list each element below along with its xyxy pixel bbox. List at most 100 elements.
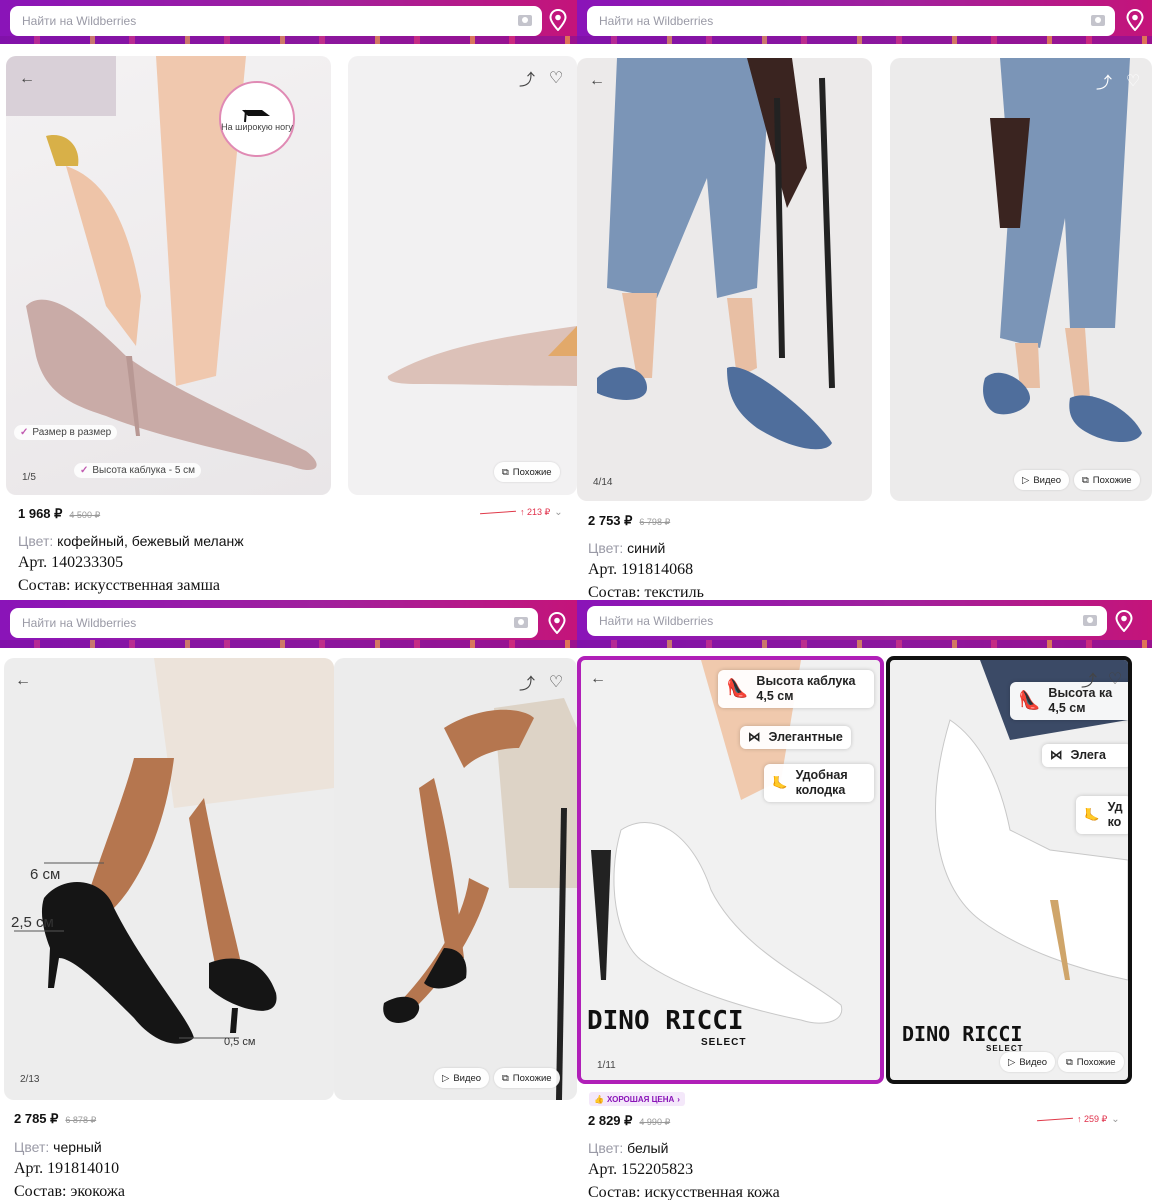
search-input[interactable]: Найти на Wildberries bbox=[587, 6, 1115, 36]
heel-height-tag: ✓ Высота каблука - 5 см bbox=[74, 463, 202, 478]
price-row: 2 753 ₽ 6 798 ₽ bbox=[588, 513, 670, 529]
old-price: 4 990 ₽ bbox=[639, 1117, 671, 1127]
color-line: Цвет: синий bbox=[588, 540, 704, 556]
current-price: 2 829 ₽ bbox=[588, 1113, 633, 1128]
color-key: Цвет: bbox=[14, 1139, 50, 1155]
product-photo-main[interactable]: 4/14 ← bbox=[577, 58, 872, 501]
photo-counter: 4/14 bbox=[593, 477, 613, 488]
bowtie-icon: ⋈ bbox=[748, 730, 761, 744]
similar-label: Похожие bbox=[1092, 474, 1132, 486]
heart-icon[interactable]: ♡ bbox=[545, 671, 567, 693]
feature-elegant: ⋈ Элегантные bbox=[740, 726, 851, 749]
model-jeans-photo bbox=[597, 58, 835, 450]
product-photo-secondary[interactable]: 👠 Высота ка 4,5 см ⋈ Элега 🦶 Уд ко DINO … bbox=[886, 656, 1132, 1084]
camera-icon[interactable] bbox=[514, 617, 528, 628]
product-photo-main[interactable]: На широкую ногу ✓ Размер в размер ✓ Высо… bbox=[6, 56, 331, 495]
location-pin-icon[interactable] bbox=[1126, 9, 1144, 31]
video-button[interactable]: ▷ Видео bbox=[1000, 1052, 1056, 1072]
search-placeholder: Найти на Wildberries bbox=[599, 14, 714, 28]
composition: Состав: текстиль bbox=[588, 584, 704, 600]
price-change: ↑ 259 ₽ bbox=[1077, 1114, 1108, 1124]
check-circle-icon: ✓ bbox=[80, 465, 89, 476]
color-key: Цвет: bbox=[588, 1140, 624, 1156]
play-icon: ▷ bbox=[1022, 474, 1030, 486]
feature-last-label: Удобная колодка bbox=[795, 768, 848, 797]
measure-6cm: 6 см bbox=[30, 866, 61, 883]
heart-icon[interactable]: ♡ bbox=[1122, 70, 1144, 92]
similar-button[interactable]: ⧉ Похожие bbox=[1058, 1052, 1124, 1072]
model-white-heels-photo-2 bbox=[935, 660, 1128, 981]
similar-label: Похожие bbox=[512, 466, 552, 478]
product-photo-secondary[interactable]: ⤴ ♡ ▷ Видео ⧉ Похожие bbox=[890, 58, 1152, 501]
color-value: белый bbox=[627, 1140, 669, 1156]
search-input[interactable]: Найти на Wildberries bbox=[10, 6, 542, 36]
location-pin-icon[interactable] bbox=[548, 612, 566, 634]
holiday-garland bbox=[577, 640, 1152, 648]
product-photo-secondary[interactable]: ⤴ ♡ ⧉ Похожие bbox=[348, 56, 577, 495]
video-label: Видео bbox=[1019, 1056, 1048, 1068]
product-details: Цвет: черный Арт. 191814010 Состав: экок… bbox=[14, 1139, 125, 1200]
foot-icon: 🦶 bbox=[1084, 807, 1100, 822]
feature-heel-label: Высота каблука 4,5 см bbox=[756, 674, 856, 703]
share-icon[interactable]: ⤴ bbox=[1078, 668, 1100, 690]
location-pin-icon[interactable] bbox=[549, 9, 567, 31]
composition: Состав: искусственная кожа bbox=[588, 1184, 780, 1200]
price-history[interactable]: ↑ 259 ₽ ⌄ bbox=[1037, 1114, 1120, 1125]
shoe-side-photo bbox=[387, 326, 577, 386]
share-icon[interactable]: ⤴ bbox=[516, 671, 538, 693]
similar-button[interactable]: ⧉ Похожие bbox=[494, 1068, 560, 1088]
similar-icon: ⧉ bbox=[502, 466, 509, 478]
similar-icon: ⧉ bbox=[502, 1072, 509, 1084]
color-line: Цвет: белый bbox=[588, 1140, 780, 1156]
current-price: 2 753 ₽ bbox=[588, 513, 633, 528]
video-label: Видео bbox=[453, 1072, 482, 1084]
search-input[interactable]: Найти на Wildberries bbox=[587, 606, 1107, 636]
photo-counter: 1/5 bbox=[22, 472, 36, 483]
location-pin-icon[interactable] bbox=[1115, 610, 1133, 632]
similar-button[interactable]: ⧉ Похожие bbox=[494, 462, 560, 482]
heart-icon[interactable]: ♡ bbox=[545, 67, 567, 89]
camera-icon[interactable] bbox=[1091, 15, 1105, 26]
color-line: Цвет: черный bbox=[14, 1139, 125, 1155]
photo-counter: 2/13 bbox=[20, 1074, 40, 1085]
color-key: Цвет: bbox=[18, 533, 54, 549]
back-arrow-icon[interactable]: ← bbox=[12, 670, 34, 692]
back-arrow-icon[interactable]: ← bbox=[586, 70, 608, 92]
back-arrow-icon[interactable]: ← bbox=[16, 68, 38, 90]
video-button[interactable]: ▷ Видео bbox=[434, 1068, 490, 1088]
product-photo-main[interactable]: 6 см 2,5 см 0,5 см 2/13 ← bbox=[4, 658, 334, 1100]
trend-line bbox=[1037, 1117, 1073, 1122]
good-price-label: ХОРОШАЯ ЦЕНА bbox=[606, 1094, 675, 1104]
wide-foot-badge bbox=[219, 81, 295, 157]
video-button[interactable]: ▷ Видео bbox=[1014, 470, 1070, 490]
camera-icon[interactable] bbox=[1083, 615, 1097, 626]
good-price-badge[interactable]: 👍 ХОРОШАЯ ЦЕНА › bbox=[589, 1092, 685, 1106]
search-placeholder: Найти на Wildberries bbox=[599, 614, 714, 628]
brand-logo: DINO RICCI bbox=[587, 1006, 744, 1036]
product-photo-secondary[interactable]: ⤴ ♡ ▷ Видео ⧉ Похожие bbox=[334, 658, 577, 1100]
color-value: кофейный, бежевый меланж bbox=[57, 533, 244, 549]
product-panel-4: Найти на Wildberries 👠 Высота каблука 4,… bbox=[577, 600, 1152, 1200]
old-price: 4 500 ₽ bbox=[69, 510, 101, 520]
heel-height-label: Высота каблука - 5 см bbox=[92, 465, 196, 476]
heart-icon[interactable]: ♡ bbox=[1104, 668, 1126, 690]
similar-button[interactable]: ⧉ Похожие bbox=[1074, 470, 1140, 490]
play-icon: ▷ bbox=[1008, 1056, 1016, 1068]
back-arrow-icon[interactable]: ← bbox=[587, 668, 609, 690]
search-placeholder: Найти на Wildberries bbox=[22, 616, 137, 630]
chevron-right-icon: › bbox=[677, 1094, 680, 1104]
search-input[interactable]: Найти на Wildberries bbox=[10, 608, 538, 638]
check-circle-icon: ✓ bbox=[20, 427, 29, 438]
camera-icon[interactable] bbox=[518, 15, 532, 26]
price-history[interactable]: ↑ 213 ₽ ⌄ bbox=[480, 507, 563, 518]
share-icon[interactable]: ⤴ bbox=[1093, 70, 1115, 92]
share-icon[interactable]: ⤴ bbox=[516, 67, 538, 89]
product-photo-main[interactable]: 👠 Высота каблука 4,5 см ⋈ Элегантные 🦶 У… bbox=[577, 656, 884, 1084]
current-price: 1 968 ₽ bbox=[18, 506, 63, 521]
chevron-down-icon: ⌄ bbox=[1111, 1114, 1120, 1125]
price-row: 2 785 ₽ 6 878 ₽ bbox=[14, 1111, 96, 1127]
price-change: ↑ 213 ₽ bbox=[520, 507, 551, 517]
article-number: Арт. 152205823 bbox=[588, 1161, 694, 1178]
size-tag: ✓ Размер в размер bbox=[14, 425, 118, 440]
feature-heel-height: 👠 Высота каблука 4,5 см bbox=[718, 670, 874, 708]
